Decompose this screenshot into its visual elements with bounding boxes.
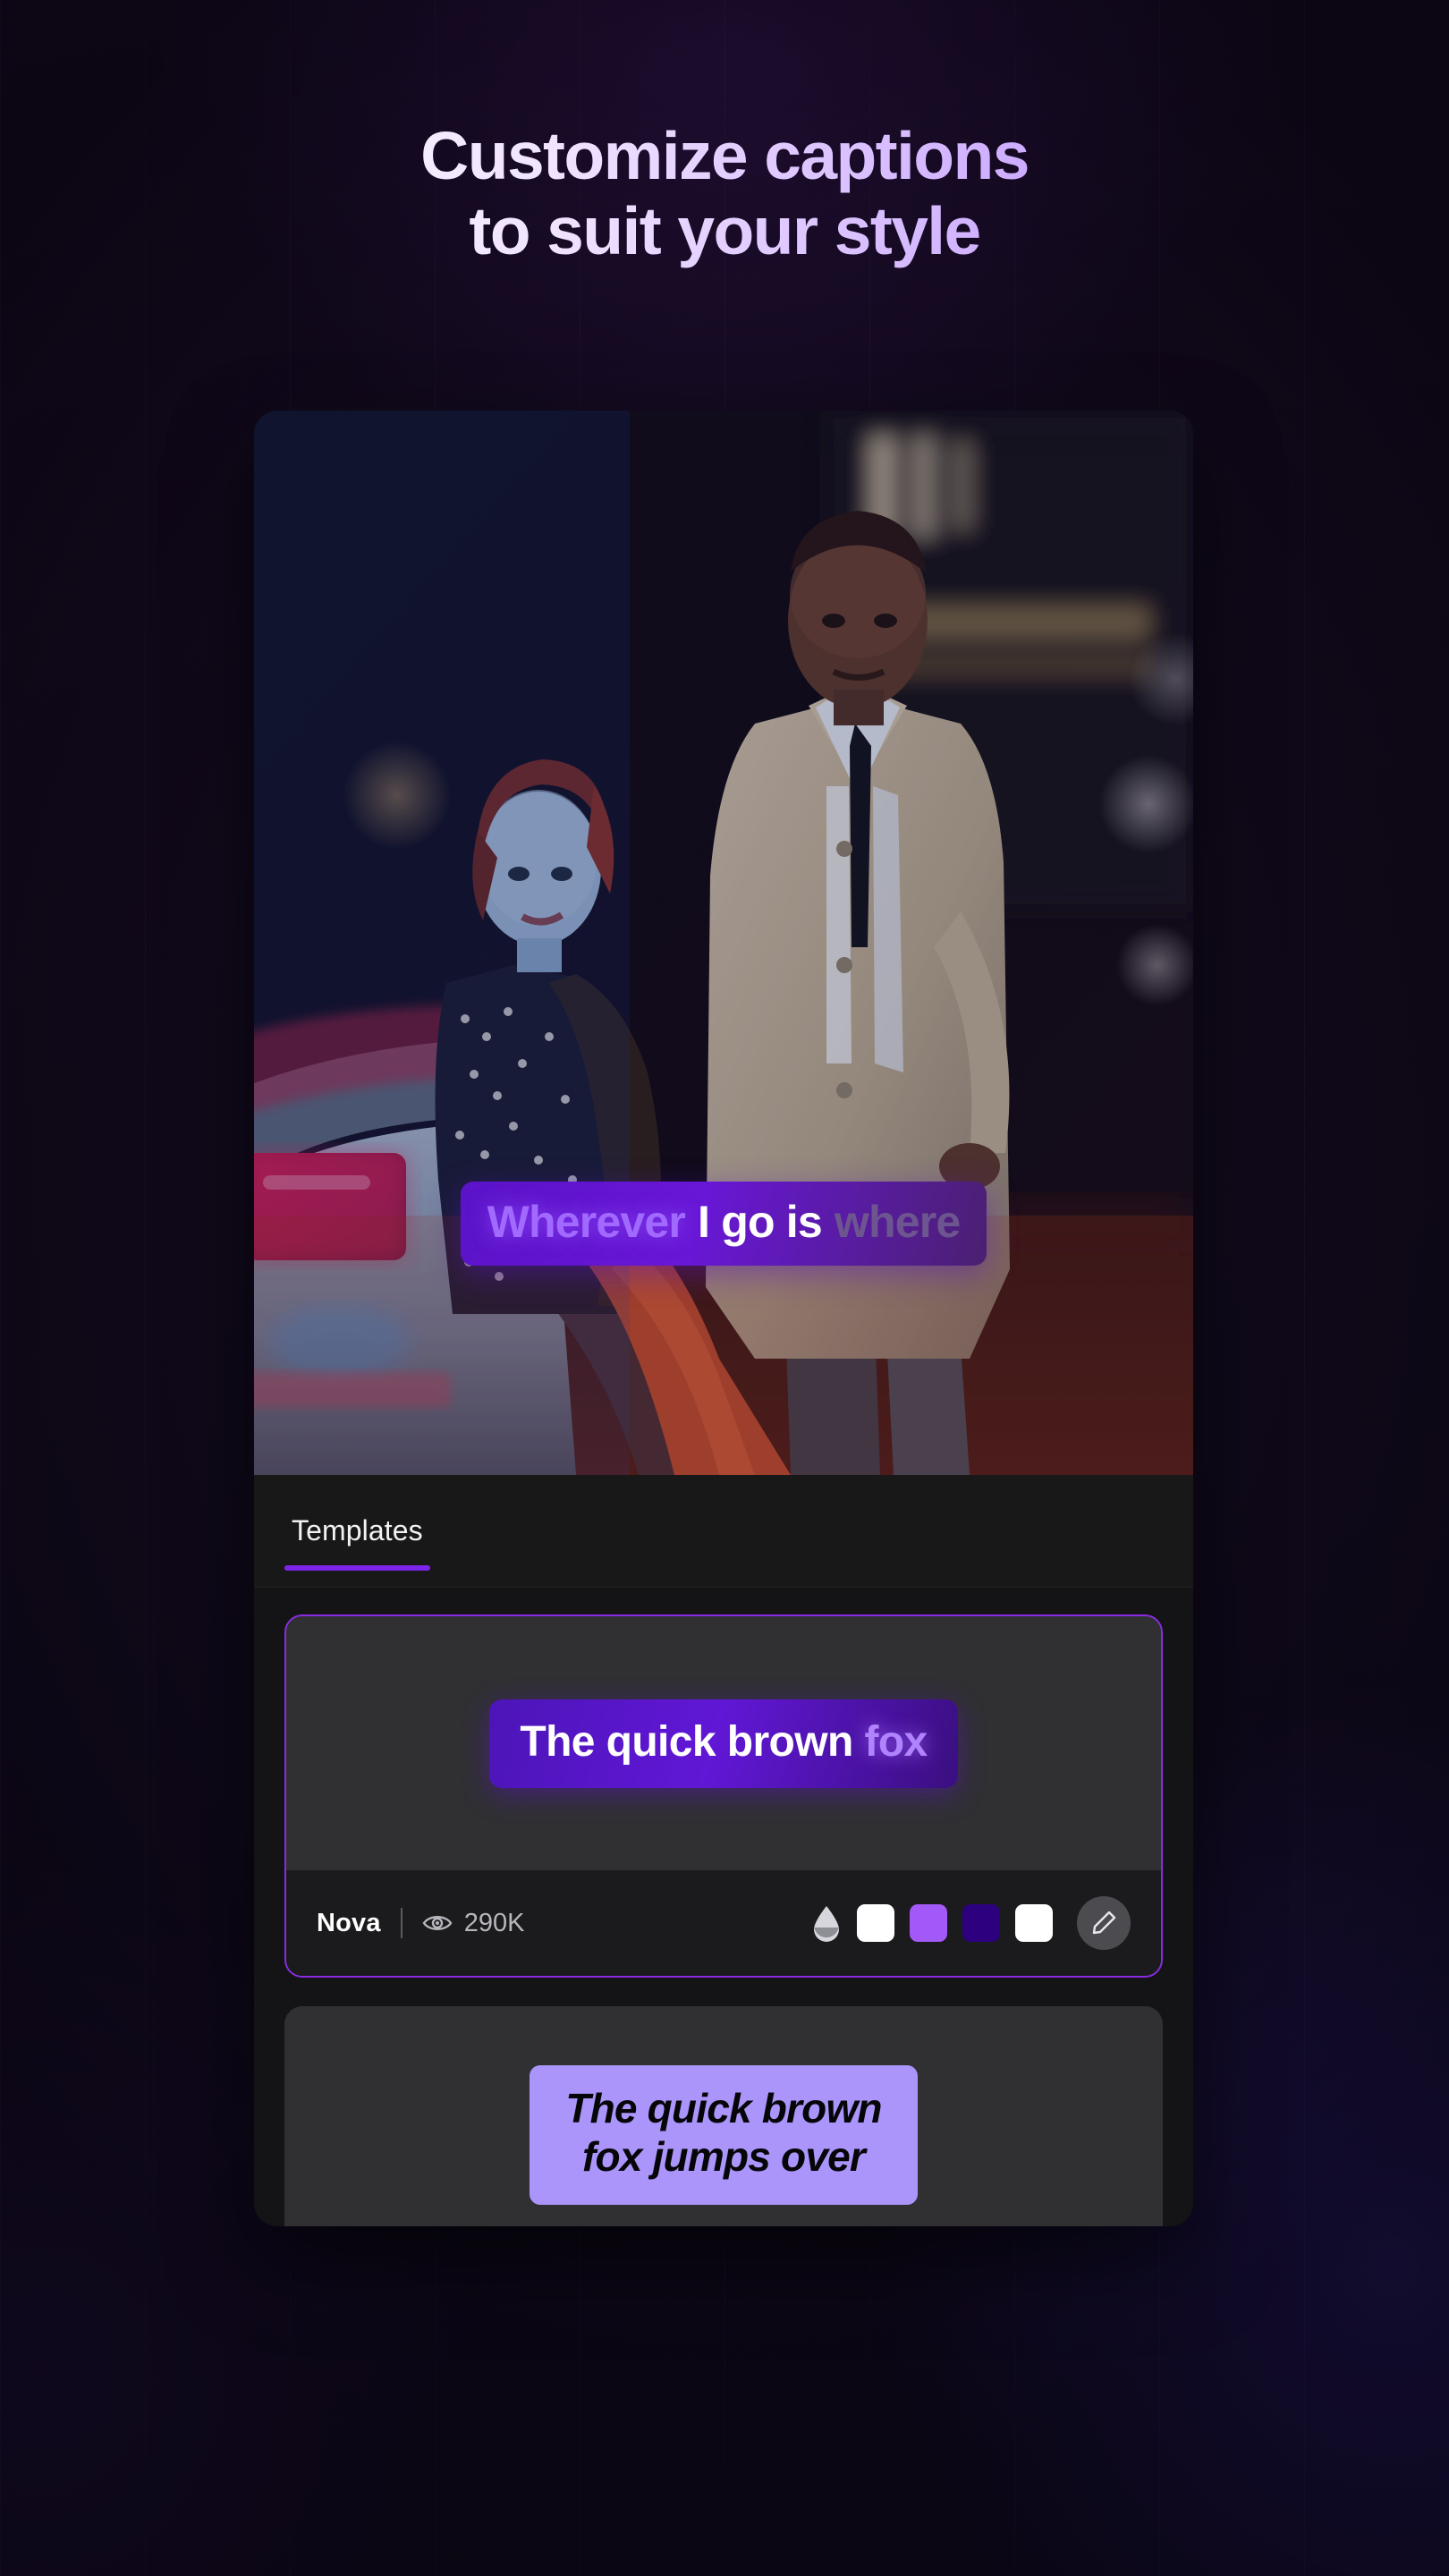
templates-list: The quick brown fox Nova 290K The quick … xyxy=(254,1588,1193,2226)
template-views: 290K xyxy=(422,1908,525,1938)
phone-mockup: Wherever I go is where Templates The qui… xyxy=(254,411,1193,2226)
template-card-surefire[interactable]: The quick brown fox jumps over Surefire … xyxy=(284,2006,1163,2226)
template-meta-left: Nova 290K xyxy=(317,1908,524,1938)
template-views-count: 290K xyxy=(463,1908,525,1937)
eye-icon xyxy=(422,1916,453,1930)
template-card-nova[interactable]: The quick brown fox Nova 290K xyxy=(284,1614,1163,1978)
color-swatch-3[interactable] xyxy=(962,1904,1000,1942)
meta-divider xyxy=(400,1908,402,1938)
tab-templates[interactable]: Templates xyxy=(284,1475,430,1587)
page-title: Customize captions to suit your style xyxy=(0,118,1449,268)
video-preview[interactable]: Wherever I go is where xyxy=(254,411,1193,1475)
preview-text-accent: fox xyxy=(864,1717,928,1766)
template-preview-chip: The quick brown fox xyxy=(489,1699,958,1788)
preview-text-line-2: fox jumps over xyxy=(582,2133,866,2180)
color-swatch-4[interactable] xyxy=(1015,1904,1053,1942)
pencil-icon xyxy=(1092,1911,1116,1935)
page-title-line-2: to suit your style xyxy=(0,193,1449,268)
page-title-line-1: Customize captions xyxy=(0,118,1449,193)
color-swatch-1[interactable] xyxy=(857,1904,894,1942)
color-swatch-2[interactable] xyxy=(910,1904,947,1942)
template-preview-chip: The quick brown fox jumps over xyxy=(530,2065,918,2205)
preview-photo xyxy=(254,411,1193,1475)
template-style-controls xyxy=(811,1896,1131,1950)
preview-text-line-1: The quick brown xyxy=(565,2085,882,2132)
template-meta-nova: Nova 290K xyxy=(286,1870,1161,1976)
template-name: Nova xyxy=(317,1908,381,1937)
template-preview-nova: The quick brown fox xyxy=(286,1616,1161,1870)
edit-template-button[interactable] xyxy=(1077,1896,1131,1950)
preview-text-white: The quick brown xyxy=(520,1717,853,1766)
droplet-icon[interactable] xyxy=(811,1903,842,1943)
tab-templates-label: Templates xyxy=(292,1514,423,1546)
template-preview-surefire: The quick brown fox jumps over xyxy=(286,2008,1161,2226)
tab-bar: Templates xyxy=(254,1475,1193,1588)
